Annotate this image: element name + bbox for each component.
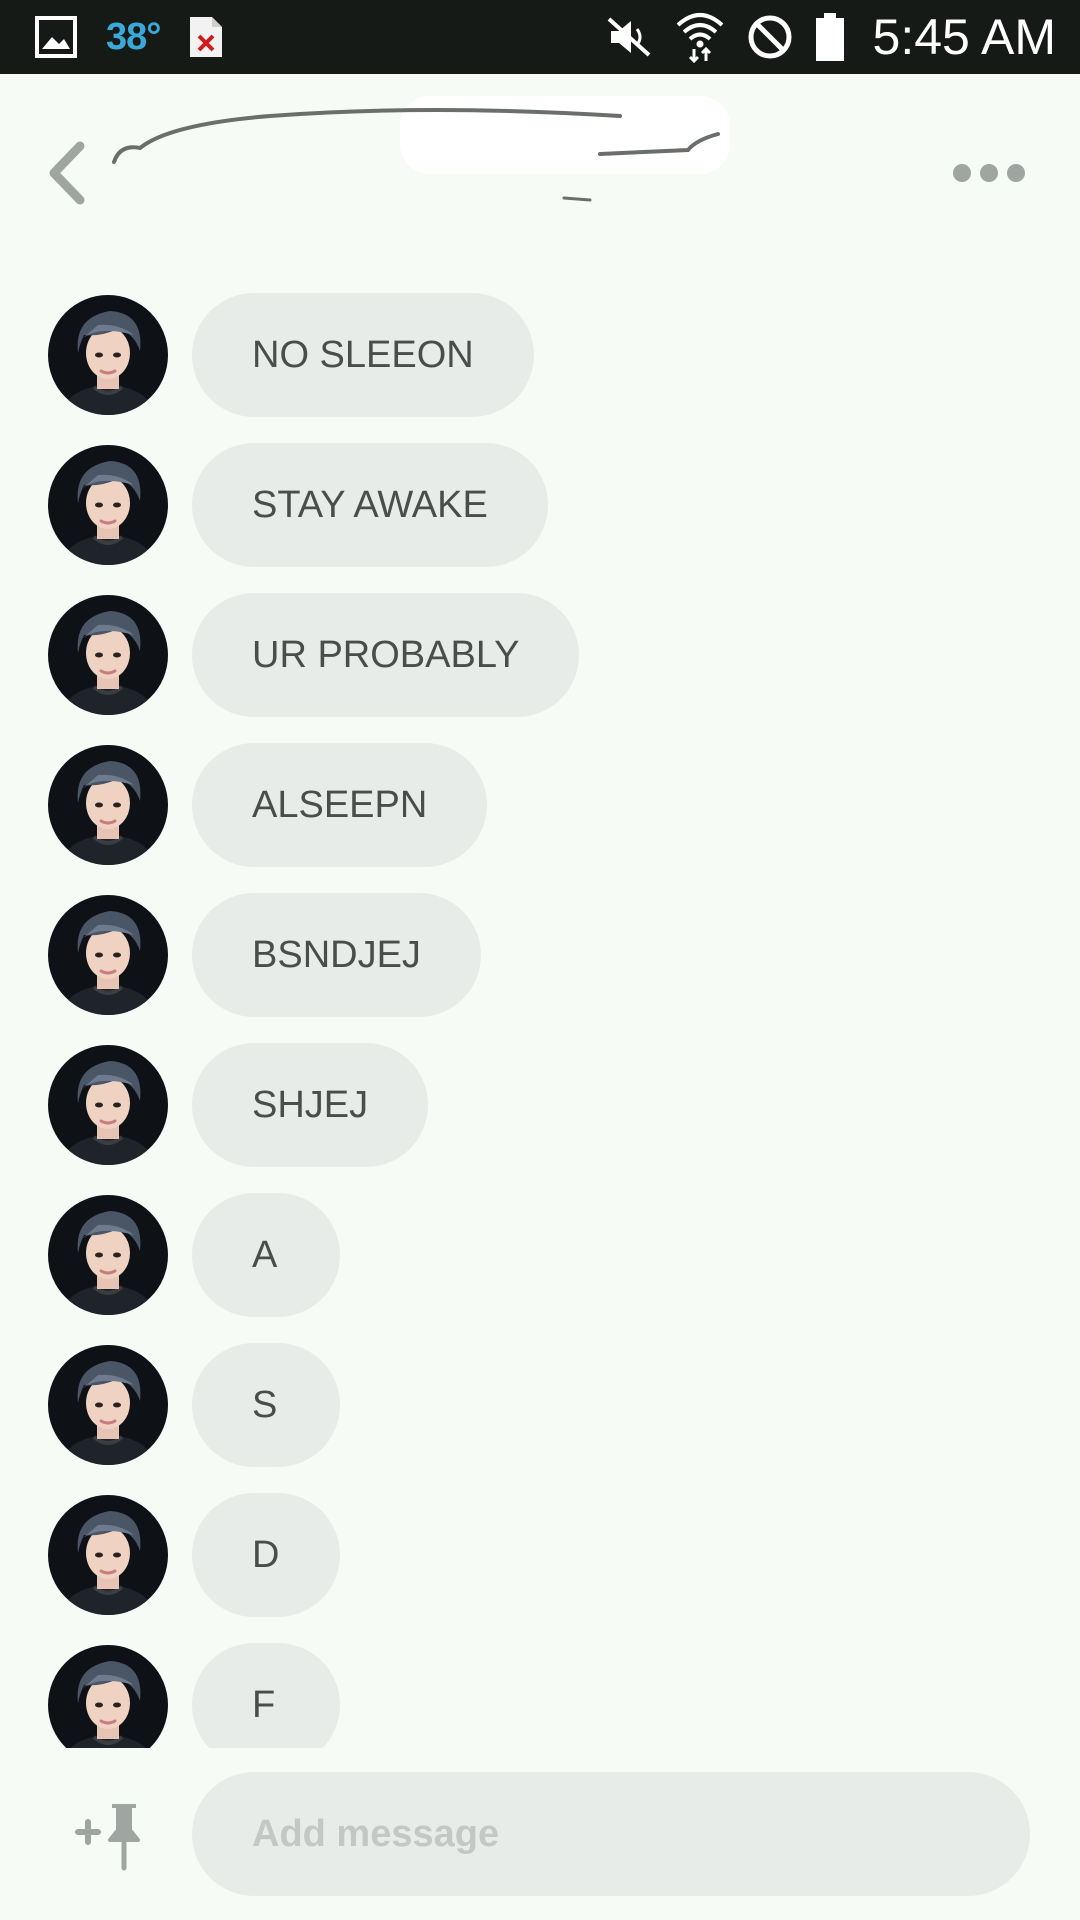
- message-row: STAY AWAKE: [48, 443, 548, 567]
- message-bubble[interactable]: BSNDJEJ: [192, 893, 481, 1017]
- gallery-icon: [34, 15, 78, 59]
- file-error-icon: [188, 15, 224, 59]
- message-input[interactable]: [192, 1772, 1030, 1896]
- chevron-left-icon: [49, 141, 85, 205]
- message-row: SHJEJ: [48, 1043, 429, 1167]
- avatar[interactable]: [48, 1495, 168, 1615]
- back-button[interactable]: [40, 138, 96, 208]
- temperature-text: 38°: [106, 15, 161, 58]
- battery-icon: [815, 12, 845, 62]
- wifi-icon: [675, 11, 725, 63]
- avatar[interactable]: [48, 1045, 168, 1165]
- avatar-image: [48, 445, 168, 565]
- message-row: BSNDJEJ: [48, 893, 481, 1017]
- more-options-button[interactable]: [952, 158, 1026, 188]
- composer-bar: [0, 1748, 1080, 1920]
- avatar[interactable]: [48, 595, 168, 715]
- chat-header: [0, 74, 1080, 254]
- status-bar: 38° 5:45 AM: [0, 0, 1080, 74]
- avatar[interactable]: [48, 745, 168, 865]
- avatar[interactable]: [48, 1645, 168, 1748]
- message-bubble[interactable]: S: [192, 1343, 340, 1467]
- message-row: F: [48, 1643, 340, 1748]
- avatar-image: [48, 895, 168, 1015]
- message-bubble[interactable]: STAY AWAKE: [192, 443, 548, 567]
- avatar-image: [48, 595, 168, 715]
- message-bubble[interactable]: F: [192, 1643, 340, 1748]
- message-bubble[interactable]: A: [192, 1193, 340, 1317]
- message-bubble[interactable]: D: [192, 1493, 340, 1617]
- avatar-image: [48, 1495, 168, 1615]
- clock-time: 5:45 AM: [872, 9, 1056, 65]
- message-row: ALSEEPN: [48, 743, 488, 867]
- avatar[interactable]: [48, 445, 168, 565]
- avatar-image: [48, 745, 168, 865]
- avatar-image: [48, 1645, 168, 1748]
- avatar-image: [48, 1045, 168, 1165]
- message-row: S: [48, 1343, 340, 1467]
- message-bubble[interactable]: UR PROBABLY: [192, 593, 580, 717]
- message-bubble[interactable]: NO SLEEON: [192, 293, 534, 417]
- avatar[interactable]: [48, 1345, 168, 1465]
- redacted-title-scribble: [112, 96, 730, 202]
- avatar[interactable]: [48, 295, 168, 415]
- message-bubble[interactable]: SHJEJ: [192, 1043, 429, 1167]
- avatar-image: [48, 1195, 168, 1315]
- message-row: UR PROBABLY: [48, 593, 580, 717]
- message-row: NO SLEEON: [48, 293, 534, 417]
- do-not-disturb-icon: [747, 14, 793, 60]
- message-bubble[interactable]: ALSEEPN: [192, 743, 488, 867]
- message-row: D: [48, 1493, 340, 1617]
- avatar[interactable]: [48, 895, 168, 1015]
- add-pin-icon: [75, 1804, 140, 1871]
- add-pin-button[interactable]: [74, 1802, 144, 1872]
- more-dots-icon: [953, 164, 1025, 182]
- avatar-image: [48, 1345, 168, 1465]
- message-row: A: [48, 1193, 340, 1317]
- mute-icon: [605, 15, 653, 59]
- avatar[interactable]: [48, 1195, 168, 1315]
- message-list[interactable]: NO SLEEON STAY AWAKE UR PROBABLY ALSEEPN…: [0, 280, 1080, 1748]
- avatar-image: [48, 295, 168, 415]
